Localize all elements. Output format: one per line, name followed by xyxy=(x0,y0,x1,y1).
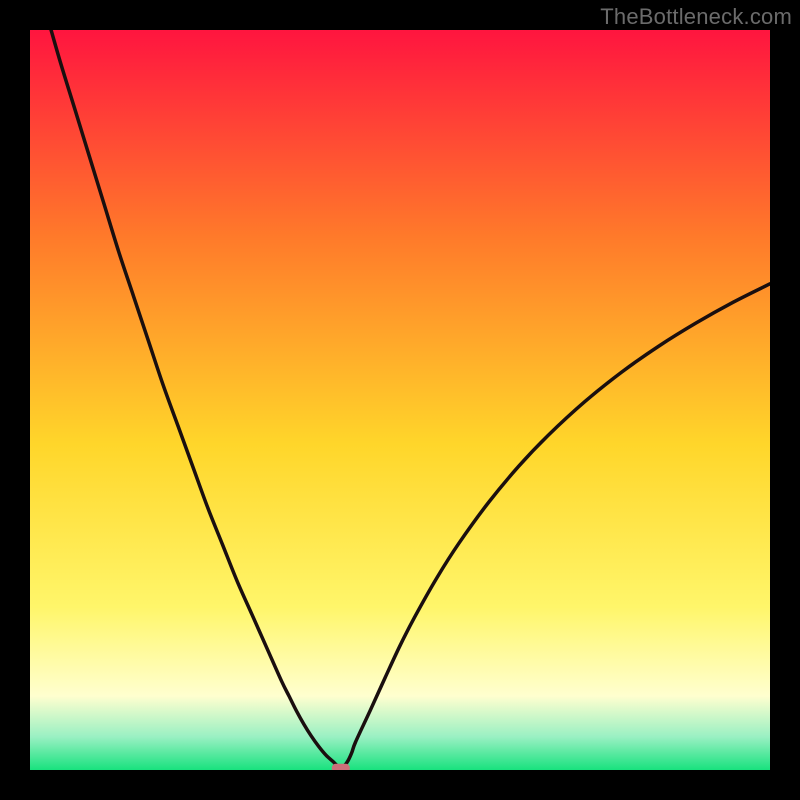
plot-area xyxy=(30,30,770,770)
minimum-marker xyxy=(332,764,350,770)
chart-frame: TheBottleneck.com xyxy=(0,0,800,800)
gradient-background xyxy=(30,30,770,770)
watermark-text: TheBottleneck.com xyxy=(600,4,792,30)
chart-svg xyxy=(30,30,770,770)
